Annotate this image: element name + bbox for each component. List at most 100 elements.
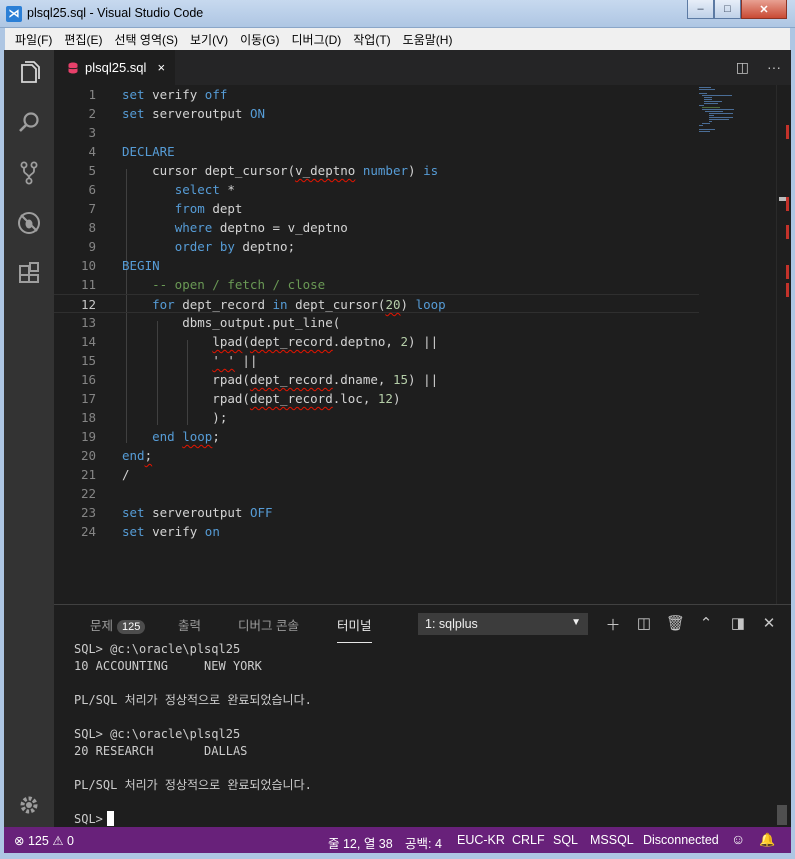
code-line: 10 BEGIN [80,258,160,273]
code-editor[interactable]: 1 set verify off 2 set serveroutput ON 3 4… [54,85,791,604]
vscode-logo-icon: ⋊ [6,6,22,22]
close-icon[interactable]: ✕ [760,614,778,632]
code-line: 24 set verify on [80,524,220,539]
warning-icon: ⚠ [52,834,64,848]
chevron-up-icon[interactable]: ⌃ [697,614,715,632]
menu-view[interactable]: 보기(V) [184,31,234,48]
close-tab-icon[interactable]: × [157,60,165,75]
problems-status[interactable]: ⊗ 125 ⚠ 0 [14,833,74,848]
terminal-select-value: 1: sqlplus [425,617,478,631]
terminal-select[interactable]: 1: sqlplus ▼ [418,613,588,635]
terminal-prompt: SQL> [74,812,103,826]
warning-count: 0 [67,834,74,848]
code-line: 21/ [80,467,130,482]
menu-tasks[interactable]: 작업(T) [347,31,396,48]
split-icon[interactable]: ◫ [635,614,653,632]
code-line: 23 set serveroutput OFF [80,505,273,520]
extensions-icon[interactable] [16,260,42,286]
editor-actions: ◫ ··· [736,59,781,76]
code-line: 8 where deptno = v_deptno [88,220,348,235]
code-line: 3 [88,125,96,140]
code-line: 15 ' ' || [80,353,258,368]
terminal-output[interactable]: SQL> @c:\oracle\plsql25 10 ACCOUNTING NE… [74,641,774,828]
terminal-line: SQL> @c:\oracle\plsql25 [74,642,241,656]
code-line: 13 dbms_output.put_line( [80,315,341,330]
tab-output[interactable]: 출력 [178,615,201,634]
code-line: 7 from dept [88,201,243,216]
activity-bar [4,50,54,827]
code-line: 6 select * [88,182,235,197]
terminal-scrollbar[interactable] [777,805,787,825]
bottom-panel: 문제 125 출력 디버그 콘솔 터미널 1: sqlplus ▼ ＋ ◫ 🗑 ⌃… [54,604,791,827]
chevron-down-icon: ▼ [571,617,581,628]
feedback-smiley-icon[interactable]: ☺ [731,831,745,847]
minimap[interactable] [699,85,779,145]
minimize-button[interactable]: ‒ [687,0,714,19]
menu-selection[interactable]: 선택 영역(S) [108,31,184,48]
code-line: 20 end; [80,448,153,463]
code-line: 5 cursor dept_cursor(v_deptno number) is [88,163,439,178]
error-marker [786,197,789,211]
problems-count-badge: 125 [117,620,146,634]
gear-icon[interactable] [16,792,42,818]
window-border [0,853,795,859]
cursor-position[interactable]: 줄 12, 열 38 [328,833,393,852]
source-control-icon[interactable] [16,160,42,186]
code-line: 4 DECLARE [88,144,175,159]
trash-icon[interactable]: 🗑 [666,614,685,632]
indentation[interactable]: 공백: 4 [405,833,442,852]
window-controls: ‒ □ ✕ [687,0,787,19]
tab-plsql25[interactable]: plsql25.sql × [54,50,175,85]
terminal-line: 10 ACCOUNTING NEW YORK [74,659,262,673]
search-icon[interactable] [16,110,42,136]
explorer-icon[interactable] [16,60,42,86]
menu-edit[interactable]: 편집(E) [58,31,108,48]
language-mode[interactable]: SQL [553,833,578,847]
tab-label: plsql25.sql [85,60,147,75]
database-icon [68,62,78,73]
tab-problems[interactable]: 문제 125 [90,615,146,634]
code-line: 14 lpad(dept_record.deptno, 2) || [80,334,439,349]
line-ending[interactable]: CRLF [512,833,545,847]
bell-icon[interactable]: 🔔 [759,832,775,848]
maximize-button[interactable]: □ [714,0,741,19]
split-editor-icon[interactable]: ◫ [736,59,749,76]
menu-go[interactable]: 이동(G) [234,31,285,48]
error-icon: ⊗ [14,834,25,848]
terminal-prompt-line: SQL> [74,811,114,828]
window-border [791,28,795,859]
code-line: 9 order by deptno; [88,239,296,254]
code-line: 22 [80,486,96,501]
maximize-icon[interactable]: ◨ [729,614,747,632]
code-line: 17 rpad(dept_record.loc, 12) [80,391,401,406]
connection-state[interactable]: Disconnected [643,833,719,847]
menu-help[interactable]: 도움말(H) [397,31,459,48]
debug-icon[interactable] [16,210,42,236]
connection-type[interactable]: MSSQL [590,833,634,847]
code-line: 2 set serveroutput ON [88,106,265,121]
terminal-cursor [106,811,114,826]
tab-debug-console[interactable]: 디버그 콘솔 [238,615,299,634]
error-marker [786,283,789,297]
tab-terminal[interactable]: 터미널 [337,615,372,643]
terminal-line: 20 RESEARCH DALLAS [74,744,248,758]
code-line: 19 end loop; [80,429,220,444]
status-bar: ⊗ 125 ⚠ 0 줄 12, 열 38 공백: 4 EUC-KR CRLF S… [4,827,791,853]
error-marker [786,225,789,239]
terminal-line: PL/SQL 처리가 정상적으로 완료되었습니다. [74,778,312,792]
menu-file[interactable]: 파일(F) [9,31,58,48]
window-title: plsql25.sql - Visual Studio Code [27,6,204,20]
close-window-button[interactable]: ✕ [741,0,787,19]
window-title-bar: ⋊ plsql25.sql - Visual Studio Code ‒ □ ✕ [0,0,795,28]
add-icon[interactable]: ＋ [604,614,622,635]
encoding[interactable]: EUC-KR [457,833,505,847]
code-line: 18 ); [80,410,228,425]
editor-scrollbar[interactable] [776,85,791,604]
menu-debug[interactable]: 디버그(D) [285,31,347,48]
editor-tab-bar: plsql25.sql × ◫ ··· [54,50,791,85]
error-marker [786,125,789,139]
code-line: 16 rpad(dept_record.dname, 15) || [80,372,439,387]
code-line: 1 set verify off [88,87,228,102]
more-actions-icon[interactable]: ··· [767,59,781,76]
menu-bar: 파일(F) 편집(E) 선택 영역(S) 보기(V) 이동(G) 디버그(D) … [4,28,791,50]
